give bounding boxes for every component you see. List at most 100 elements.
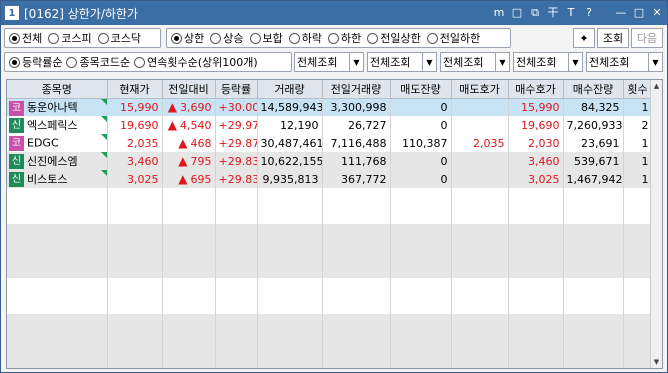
cell-prev-volume: 367,772 <box>322 170 391 188</box>
cell-bid-price: 3,460 <box>508 152 564 170</box>
chevron-down-icon: ▼ <box>648 53 662 71</box>
copy-icon[interactable]: ⧉ <box>529 7 541 19</box>
search-button[interactable]: 조회 <box>597 28 629 48</box>
col-name[interactable]: 종목명 <box>7 80 108 99</box>
radio-sort-code[interactable]: 종목코드순 <box>66 54 130 70</box>
pin-icon[interactable]: 干 <box>547 7 559 19</box>
col-prev-volume[interactable]: 전일거래량 <box>322 80 391 99</box>
chevron-down-icon: ▼ <box>422 53 436 71</box>
cell-change: ▲ 695 <box>162 170 216 188</box>
cell-prev-volume: 111,768 <box>322 152 391 170</box>
cell-rate: +29.97 <box>215 116 258 134</box>
window-title: [0162] 상한가/하한가 <box>24 6 139 21</box>
table-header: 종목명 현재가 전일대비 등락률 거래량 전일거래량 매도잔량 매도호가 매수호… <box>7 80 653 99</box>
cell-prev-volume: 3,300,998 <box>322 98 391 116</box>
cell-count: 1 <box>623 170 653 188</box>
options-icon-button[interactable]: ✦ <box>573 28 595 48</box>
help-icon[interactable]: ? <box>583 7 595 19</box>
col-change[interactable]: 전일대비 <box>162 80 216 99</box>
col-price[interactable]: 현재가 <box>107 80 163 99</box>
scroll-up-icon[interactable]: ▲ <box>651 80 662 92</box>
radio-kospi[interactable]: 코스피 <box>48 30 92 46</box>
table-row[interactable]: 신 비스토스 3,025 ▲ 695 +29.83 9,935,813 367,772 0 3,0… <box>7 170 653 188</box>
cell-bid-price: 3,025 <box>508 170 564 188</box>
cell-ask-price <box>451 170 509 188</box>
cell-name[interactable]: 코 동운아나텍 <box>7 98 108 116</box>
cell-bid-price: 15,990 <box>508 98 564 116</box>
cell-bid-qty: 23,691 <box>563 134 624 152</box>
arrow-up-icon: ▲ <box>178 172 188 186</box>
cell-bid-qty: 84,325 <box>563 98 624 116</box>
maximize-icon[interactable]: □ <box>633 7 645 19</box>
cell-price: 19,690 <box>107 116 163 134</box>
radio-sort-streak[interactable]: 연속횟수순(상위100개) <box>134 54 258 70</box>
text-icon[interactable]: T <box>565 7 577 19</box>
col-bid-qty[interactable]: 매수잔량 <box>563 80 624 99</box>
screen-icon[interactable]: □ <box>511 7 523 19</box>
col-rate[interactable]: 등락률 <box>215 80 258 99</box>
cell-name[interactable]: 신 비스토스 <box>7 170 108 188</box>
type-radio-group: 상한 상승 보합 하락 하한 전일상한 전일하한 <box>166 28 511 48</box>
market-badge: 코 <box>9 135 24 151</box>
radio-all[interactable]: 전체 <box>9 30 42 46</box>
cell-price: 2,035 <box>107 134 163 152</box>
cell-name[interactable]: 신 신진에스엠 <box>7 152 108 170</box>
stock-name: 엑스페릭스 <box>27 118 78 132</box>
table-row[interactable]: 코 동운아나텍 15,990 ▲ 3,690 +30.00 14,589,943 3,300,… <box>7 98 653 116</box>
radio-rise[interactable]: 상승 <box>210 30 244 46</box>
filter-select-4[interactable]: 전체조회 ▼ <box>513 52 583 72</box>
stock-name: EDGC <box>27 136 59 149</box>
cell-change: ▲ 795 <box>162 152 216 170</box>
cell-name[interactable]: 신 엑스페릭스 <box>7 116 108 134</box>
col-volume[interactable]: 거래량 <box>257 80 323 99</box>
radio-flat[interactable]: 보합 <box>249 30 283 46</box>
chevron-down-icon: ▼ <box>495 53 509 71</box>
table-row[interactable]: 신 신진에스엠 3,460 ▲ 795 +29.83 10,622,155 111,768 0 3… <box>7 152 653 170</box>
radio-kosdaq[interactable]: 코스닥 <box>97 30 141 46</box>
col-ask-price[interactable]: 매도호가 <box>451 80 509 99</box>
col-count[interactable]: 횟수 <box>623 80 653 99</box>
empty-row <box>7 314 653 332</box>
filter-select-5[interactable]: 전체조회 ▼ <box>586 52 663 72</box>
flag-triangle-icon <box>100 134 106 140</box>
cell-name[interactable]: 코 EDGC <box>7 134 108 152</box>
cell-ask-qty: 110,387 <box>390 134 452 152</box>
m-icon[interactable]: m <box>493 7 505 19</box>
next-button[interactable]: 다음 <box>631 28 663 48</box>
radio-upper-limit[interactable]: 상한 <box>171 30 204 46</box>
col-bid-price[interactable]: 매수호가 <box>508 80 564 99</box>
cell-prev-volume: 7,116,488 <box>322 134 391 152</box>
filter-select-3[interactable]: 전체조회 ▼ <box>440 52 510 72</box>
cell-volume: 12,190 <box>257 116 323 134</box>
flag-triangle-icon <box>100 152 106 158</box>
chevron-down-icon: ▼ <box>568 53 582 71</box>
cell-bid-price: 2,030 <box>508 134 564 152</box>
vertical-scrollbar[interactable]: ▲ ▼ <box>650 80 662 368</box>
scroll-down-icon[interactable]: ▼ <box>651 356 662 368</box>
table-row[interactable]: 코 EDGC 2,035 ▲ 468 +29.87 30,487,461 7,116,488 1… <box>7 134 653 152</box>
minimize-icon[interactable]: — <box>615 7 627 19</box>
cell-bid-price: 19,690 <box>508 116 564 134</box>
empty-row <box>7 242 653 260</box>
filter-select-2[interactable]: 전체조회 ▼ <box>367 52 437 72</box>
radio-prev-upper[interactable]: 전일상한 <box>367 30 421 46</box>
cell-change: ▲ 4,540 <box>162 116 216 134</box>
arrow-up-icon: ▲ <box>167 118 177 132</box>
stock-name: 동운아나텍 <box>27 101 78 114</box>
market-badge: 코 <box>9 100 24 116</box>
cell-bid-qty: 7,260,933 <box>563 116 624 134</box>
chevron-down-icon: ▼ <box>349 53 363 71</box>
radio-fall[interactable]: 하락 <box>288 30 322 46</box>
flag-triangle-icon <box>100 98 106 105</box>
radio-lower-limit[interactable]: 하한 <box>328 30 361 46</box>
cell-ask-price <box>451 116 509 134</box>
close-icon[interactable]: ✕ <box>651 7 663 19</box>
col-ask-qty[interactable]: 매도잔량 <box>390 80 452 99</box>
radio-prev-lower[interactable]: 전일하한 <box>426 30 480 46</box>
radio-sort-rate[interactable]: 등락률순 <box>9 54 62 70</box>
arrow-up-icon: ▲ <box>167 100 177 115</box>
table-row[interactable]: 신 엑스페릭스 19,690 ▲ 4,540 +29.97 12,190 26,727 0 19,… <box>7 116 653 134</box>
filter-select-1[interactable]: 전체조회 ▼ <box>294 52 364 72</box>
flag-triangle-icon <box>100 170 106 176</box>
cell-bid-qty: 539,671 <box>563 152 624 170</box>
